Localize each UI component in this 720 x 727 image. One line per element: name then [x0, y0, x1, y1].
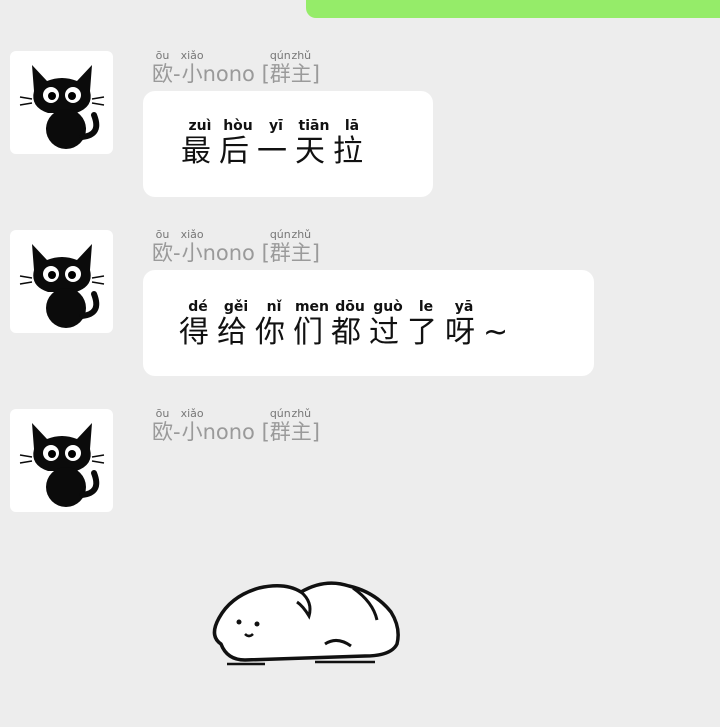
pinyin-annotation: xiǎo	[180, 49, 204, 62]
sender-latin-name: nono	[202, 62, 255, 86]
ruby-char: 群qún	[269, 49, 291, 86]
ruby-char: -	[173, 62, 181, 86]
pinyin-annotation	[173, 228, 181, 241]
ruby-char: ~	[483, 315, 516, 350]
pinyin-annotation: lā	[333, 118, 371, 134]
ruby-char: -	[173, 420, 181, 444]
ruby-char: 呀yā	[445, 299, 483, 350]
pinyin-annotation: ōu	[152, 407, 173, 420]
ruby-char: 们men	[293, 299, 331, 350]
ruby-char: 欧ōu	[152, 228, 173, 265]
ruby-char: 一yī	[257, 118, 295, 169]
black-cat-icon	[19, 423, 105, 507]
sender-name: 欧ōu- 小xiǎonono [群qún主zhǔ]	[152, 49, 320, 90]
pinyin-annotation	[483, 299, 516, 315]
black-cat-icon	[19, 65, 105, 149]
pinyin-annotation: men	[293, 299, 331, 315]
sleeping-puppy-sticker[interactable]	[205, 572, 405, 676]
pinyin-annotation: zuì	[181, 118, 219, 134]
pinyin-annotation: zhǔ	[290, 407, 312, 420]
avatar[interactable]	[10, 230, 113, 333]
pinyin-annotation: zhǔ	[290, 49, 312, 62]
message-bubble[interactable]: 得dé给gěi你nǐ们men都dōu过guò了le呀yā~	[143, 270, 594, 376]
sender-name-text: 欧ōu- 小xiǎonono [群qún主zhǔ]	[152, 49, 320, 86]
avatar[interactable]	[10, 51, 113, 154]
sender-name-text: 欧ōu- 小xiǎonono [群qún主zhǔ]	[152, 228, 320, 265]
ruby-char: 都dōu	[331, 299, 369, 350]
message-bubble[interactable]: 最zuì后hòu一yī天tiān拉lā	[143, 91, 433, 197]
pinyin-annotation: hòu	[219, 118, 257, 134]
bracket: ]	[311, 420, 320, 444]
ruby-char: 小xiǎo	[180, 49, 204, 86]
black-cat-icon	[19, 244, 105, 328]
pinyin-annotation: gěi	[217, 299, 255, 315]
pinyin-annotation: qún	[269, 228, 291, 241]
puppy-icon	[212, 581, 400, 666]
pinyin-annotation: qún	[269, 407, 291, 420]
pinyin-annotation: xiǎo	[180, 407, 204, 420]
message-text: 最zuì后hòu一yī天tiān拉lā	[181, 118, 371, 169]
ruby-char: -	[173, 241, 181, 265]
sender-name: 欧ōu- 小xiǎonono [群qún主zhǔ]	[152, 228, 320, 269]
ruby-char: 了le	[407, 299, 445, 350]
bracket: ]	[311, 62, 320, 86]
pinyin-annotation: nǐ	[255, 299, 293, 315]
ruby-char: 给gěi	[217, 299, 255, 350]
bracket: ]	[311, 241, 320, 265]
bracket: [	[254, 62, 270, 86]
ruby-char: 群qún	[269, 407, 291, 444]
bracket: [	[254, 420, 270, 444]
ruby-char: 拉lā	[333, 118, 371, 169]
pinyin-annotation: dé	[179, 299, 217, 315]
ruby-char: 主zhǔ	[290, 49, 312, 86]
ruby-char: 小xiǎo	[180, 228, 204, 265]
ruby-char: 主zhǔ	[290, 407, 312, 444]
ruby-char: 群qún	[269, 228, 291, 265]
ruby-char: 欧ōu	[152, 49, 173, 86]
pinyin-annotation: xiǎo	[180, 228, 204, 241]
ruby-char: 得dé	[179, 299, 217, 350]
ruby-char: 天tiān	[295, 118, 333, 169]
ruby-char: 主zhǔ	[290, 228, 312, 265]
bracket: [	[254, 241, 270, 265]
pinyin-annotation: le	[407, 299, 445, 315]
pinyin-annotation: guò	[369, 299, 407, 315]
ruby-char: 后hòu	[219, 118, 257, 169]
sender-name: 欧ōu- 小xiǎonono [群qún主zhǔ]	[152, 407, 320, 448]
pinyin-annotation: ōu	[152, 49, 173, 62]
pinyin-annotation: ōu	[152, 228, 173, 241]
ruby-char: 欧ōu	[152, 407, 173, 444]
ruby-char: 你nǐ	[255, 299, 293, 350]
avatar[interactable]	[10, 409, 113, 512]
message-text: 得dé给gěi你nǐ们men都dōu过guò了le呀yā~	[179, 299, 516, 350]
pinyin-annotation: dōu	[331, 299, 369, 315]
ruby-char: 最zuì	[181, 118, 219, 169]
pinyin-annotation: qún	[269, 49, 291, 62]
ruby-char: 过guò	[369, 299, 407, 350]
pinyin-annotation	[173, 49, 181, 62]
pinyin-annotation	[173, 407, 181, 420]
pinyin-annotation: yī	[257, 118, 295, 134]
sender-latin-name: nono	[202, 241, 255, 265]
pinyin-annotation: zhǔ	[290, 228, 312, 241]
pinyin-annotation: yā	[445, 299, 483, 315]
pinyin-annotation: tiān	[295, 118, 333, 134]
own-message-bubble[interactable]	[306, 0, 720, 18]
ruby-char: 小xiǎo	[180, 407, 204, 444]
sender-name-text: 欧ōu- 小xiǎonono [群qún主zhǔ]	[152, 407, 320, 444]
sender-latin-name: nono	[202, 420, 255, 444]
